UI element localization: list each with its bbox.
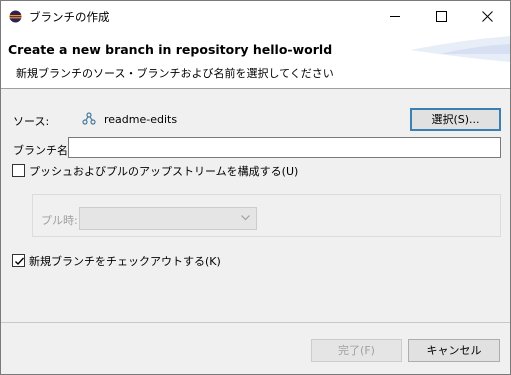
create-branch-dialog: ブランチの作成 Create a new branch in repositor… [0, 0, 511, 375]
configure-upstream-label[interactable]: プッシュおよびプルのアップストリームを構成する(U) [29, 163, 298, 179]
branch-name-input[interactable] [68, 137, 501, 158]
eclipse-icon [9, 10, 22, 23]
source-label: ソース: [13, 115, 50, 128]
checkmark-icon [15, 257, 25, 266]
branch-icon [82, 112, 96, 125]
banner-decoration [410, 36, 510, 62]
footer-divider [1, 322, 510, 323]
title-bar: ブランチの作成 [1, 1, 510, 32]
finish-button[interactable]: 完了(F) [311, 339, 402, 362]
maximize-icon [436, 11, 447, 22]
minimize-button[interactable] [372, 1, 418, 32]
pull-strategy-select[interactable] [79, 207, 257, 230]
minimize-icon [390, 16, 400, 17]
maximize-button[interactable] [418, 1, 464, 32]
pull-strategy-label: プル時: [41, 214, 78, 227]
select-source-button[interactable]: 選択(S)... [410, 108, 501, 131]
configure-upstream-checkbox[interactable] [12, 164, 25, 177]
window-title: ブランチの作成 [29, 10, 110, 24]
checkout-branch-label[interactable]: 新規ブランチをチェックアウトする(K) [29, 253, 221, 269]
source-branch-name: readme-edits [104, 113, 178, 126]
close-icon [482, 11, 493, 22]
chevron-down-icon [241, 215, 250, 221]
wizard-title: Create a new branch in repository hello-… [8, 42, 333, 57]
wizard-description: 新規ブランチのソース・ブランチおよび名前を選択してください [16, 67, 334, 80]
cancel-button[interactable]: キャンセル [408, 339, 500, 362]
wizard-banner: Create a new branch in repository hello-… [1, 32, 510, 88]
banner-divider [1, 88, 510, 89]
checkout-branch-checkbox[interactable] [12, 254, 25, 267]
close-button[interactable] [464, 1, 510, 32]
